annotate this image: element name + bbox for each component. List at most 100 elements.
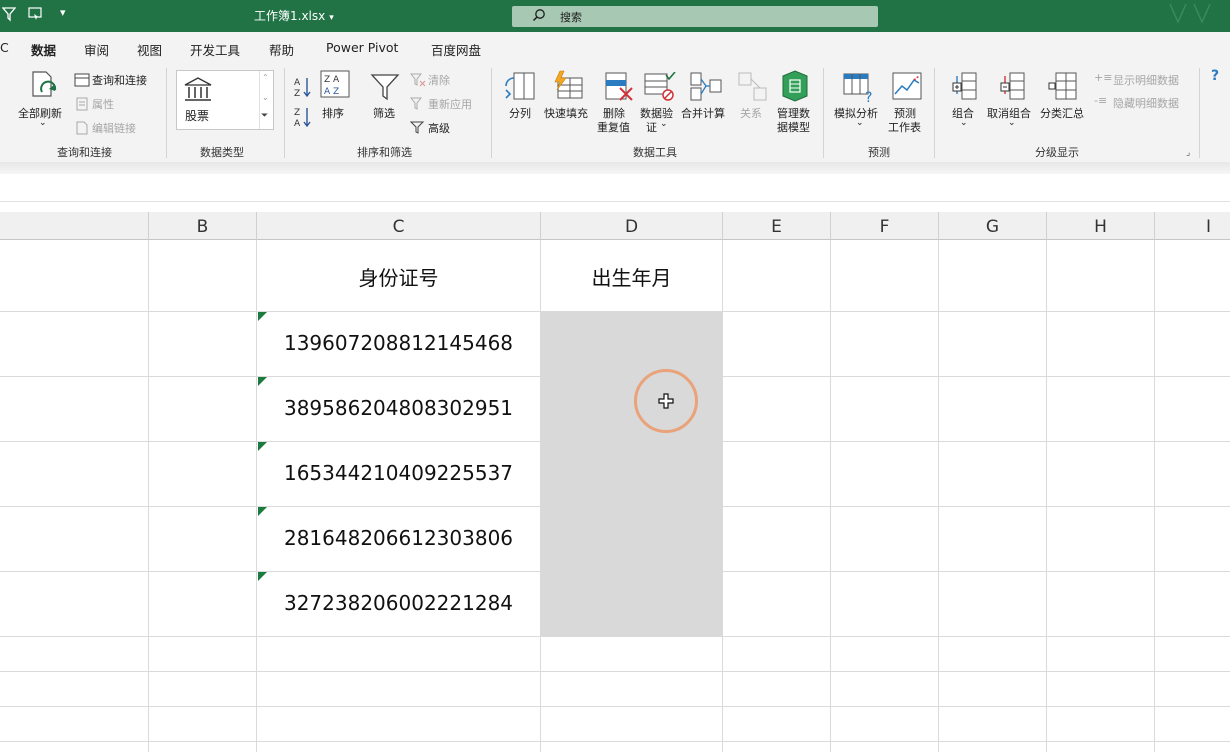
group-icon[interactable] bbox=[952, 72, 978, 106]
tab-help[interactable]: 帮助 bbox=[269, 40, 294, 59]
help-icon[interactable]: ? bbox=[1211, 68, 1219, 84]
show-detail-button[interactable]: 显示明细数据 bbox=[1113, 72, 1179, 88]
column-header-c[interactable]: C bbox=[257, 212, 541, 240]
refresh-dropdown-icon[interactable]: ⌄ bbox=[39, 118, 47, 128]
subtotal-icon[interactable] bbox=[1048, 72, 1078, 106]
selected-range-d[interactable] bbox=[541, 312, 722, 636]
what-if-icon[interactable]: ? bbox=[843, 72, 875, 106]
column-header-b[interactable]: B bbox=[149, 212, 257, 240]
edit-links-button[interactable]: 编辑链接 bbox=[92, 120, 136, 136]
sort-az-icon[interactable]: AZ bbox=[293, 76, 313, 102]
svg-text:A: A bbox=[294, 78, 301, 88]
flash-fill-button[interactable]: 快速填充 bbox=[544, 105, 588, 121]
data-model-icon[interactable] bbox=[780, 70, 810, 106]
gridline bbox=[0, 741, 1230, 742]
ungroup-icon[interactable] bbox=[1000, 72, 1026, 106]
stocks-gallery[interactable]: 股票 ⌃ ⌄ ⏷ bbox=[176, 70, 274, 130]
id-cell[interactable]: 281648206612303806 bbox=[257, 526, 540, 550]
dialog-launcher-icon[interactable]: ⌟ bbox=[1186, 148, 1190, 158]
id-cell[interactable]: 327238206002221284 bbox=[257, 591, 540, 615]
tab-power-pivot[interactable]: Power Pivot bbox=[326, 40, 398, 55]
ribbon-tabs: C 数据 审阅 视图 开发工具 帮助 Power Pivot 百度网盘 bbox=[0, 32, 1230, 65]
search-placeholder: 搜索 bbox=[560, 11, 582, 24]
text-to-columns-button[interactable]: 分列 bbox=[509, 105, 531, 121]
gridline bbox=[830, 240, 831, 752]
search-box[interactable]: 搜索 bbox=[512, 6, 878, 27]
hide-detail-button[interactable]: 隐藏明细数据 bbox=[1113, 95, 1179, 111]
what-if-dropdown-icon[interactable]: ⌄ bbox=[856, 118, 864, 128]
subtotal-button[interactable]: 分类汇总 bbox=[1040, 105, 1084, 121]
advanced-button[interactable]: 高级 bbox=[428, 120, 450, 136]
customize-qa-icon[interactable]: ▾ bbox=[60, 6, 66, 19]
gallery-up-icon[interactable]: ⌃ bbox=[262, 73, 269, 82]
column-header-e[interactable]: E bbox=[723, 212, 831, 240]
gallery-more-icon[interactable]: ⏷ bbox=[261, 111, 268, 121]
tab-developer[interactable]: 开发工具 bbox=[190, 40, 240, 59]
filter-funnel-icon[interactable] bbox=[370, 72, 400, 106]
title-caret-icon[interactable]: ▾ bbox=[329, 13, 334, 23]
column-header-a[interactable] bbox=[0, 212, 149, 240]
group-dropdown-icon[interactable]: ⌄ bbox=[960, 118, 968, 128]
cell-c-header[interactable]: 身份证号 bbox=[257, 262, 540, 291]
gridline bbox=[0, 311, 1230, 312]
sort-za-icon[interactable]: ZA bbox=[293, 106, 313, 132]
gridline bbox=[0, 671, 1230, 672]
column-header-h[interactable]: H bbox=[1047, 212, 1155, 240]
column-header-f[interactable]: F bbox=[831, 212, 939, 240]
column-header-g[interactable]: G bbox=[939, 212, 1047, 240]
number-as-text-indicator[interactable] bbox=[258, 442, 267, 451]
gallery-scroll[interactable]: ⌃ ⌄ ⏷ bbox=[259, 71, 273, 129]
ungroup-dropdown-icon[interactable]: ⌄ bbox=[1008, 118, 1016, 128]
sort-button[interactable]: 排序 bbox=[322, 105, 344, 121]
validation-dropdown-icon[interactable]: ⌄ bbox=[660, 119, 668, 129]
sort-dialog-icon[interactable]: Z A A Z bbox=[320, 70, 350, 104]
reapply-button[interactable]: 重新应用 bbox=[428, 96, 472, 112]
clear-button[interactable]: 清除 bbox=[428, 72, 450, 88]
id-cell[interactable]: 389586204808302951 bbox=[257, 396, 540, 420]
svg-text:A Z: A Z bbox=[324, 87, 339, 97]
gridline bbox=[0, 636, 1230, 637]
manage-data-model-label-2: 据模型 bbox=[777, 121, 810, 134]
svg-text:Z: Z bbox=[294, 108, 300, 118]
id-cell[interactable]: 165344210409225537 bbox=[257, 461, 540, 485]
svg-text:?: ? bbox=[865, 90, 872, 102]
number-as-text-indicator[interactable] bbox=[258, 572, 267, 581]
text-to-columns-icon[interactable] bbox=[504, 72, 536, 106]
remove-duplicates-icon[interactable] bbox=[604, 72, 634, 106]
number-as-text-indicator[interactable] bbox=[258, 377, 267, 386]
tab-view[interactable]: 视图 bbox=[137, 40, 162, 59]
show-detail-icon: +≡ bbox=[1094, 71, 1113, 84]
consolidate-icon[interactable] bbox=[690, 72, 722, 106]
group-label-outline: 分级显示 bbox=[1035, 146, 1079, 159]
formula-bar[interactable] bbox=[0, 174, 1230, 202]
gridline bbox=[0, 441, 1230, 442]
refresh-all-icon[interactable] bbox=[30, 70, 60, 106]
consolidate-button[interactable]: 合并计算 bbox=[681, 105, 725, 121]
relationships-button[interactable]: 关系 bbox=[740, 105, 762, 121]
column-header-i[interactable]: I bbox=[1155, 212, 1230, 240]
gridline bbox=[0, 506, 1230, 507]
flash-fill-icon[interactable] bbox=[552, 70, 584, 106]
properties-button[interactable]: 属性 bbox=[92, 96, 114, 112]
worksheet-grid[interactable]: 身份证号 出生年月 139607208812145468 38958620480… bbox=[0, 240, 1230, 752]
id-cell[interactable]: 139607208812145468 bbox=[257, 331, 540, 355]
filter-button[interactable]: 筛选 bbox=[373, 105, 395, 121]
tab-data[interactable]: 数据 bbox=[31, 40, 57, 65]
filter-icon[interactable] bbox=[1, 6, 17, 26]
query-connect-button[interactable]: 查询和连接 bbox=[92, 72, 147, 88]
number-as-text-indicator[interactable] bbox=[258, 507, 267, 516]
data-validation-icon[interactable] bbox=[644, 71, 676, 106]
gallery-down-icon[interactable]: ⌄ bbox=[262, 93, 269, 102]
tab-review[interactable]: 审阅 bbox=[84, 40, 109, 59]
cell-d-header[interactable]: 出生年月 bbox=[541, 262, 722, 291]
query-connect-icon bbox=[74, 72, 90, 91]
group-label-datatools: 数据工具 bbox=[633, 146, 677, 159]
touch-mode-icon[interactable] bbox=[28, 6, 44, 26]
tab-partial[interactable]: C bbox=[0, 40, 9, 55]
forecast-sheet-label-2: 工作表 bbox=[888, 121, 921, 134]
tab-baidu-netdisk[interactable]: 百度网盘 bbox=[431, 40, 481, 59]
column-header-d[interactable]: D bbox=[541, 212, 723, 240]
forecast-sheet-icon[interactable] bbox=[892, 72, 922, 106]
number-as-text-indicator[interactable] bbox=[258, 312, 267, 321]
group-label-datatype: 数据类型 bbox=[200, 146, 244, 159]
